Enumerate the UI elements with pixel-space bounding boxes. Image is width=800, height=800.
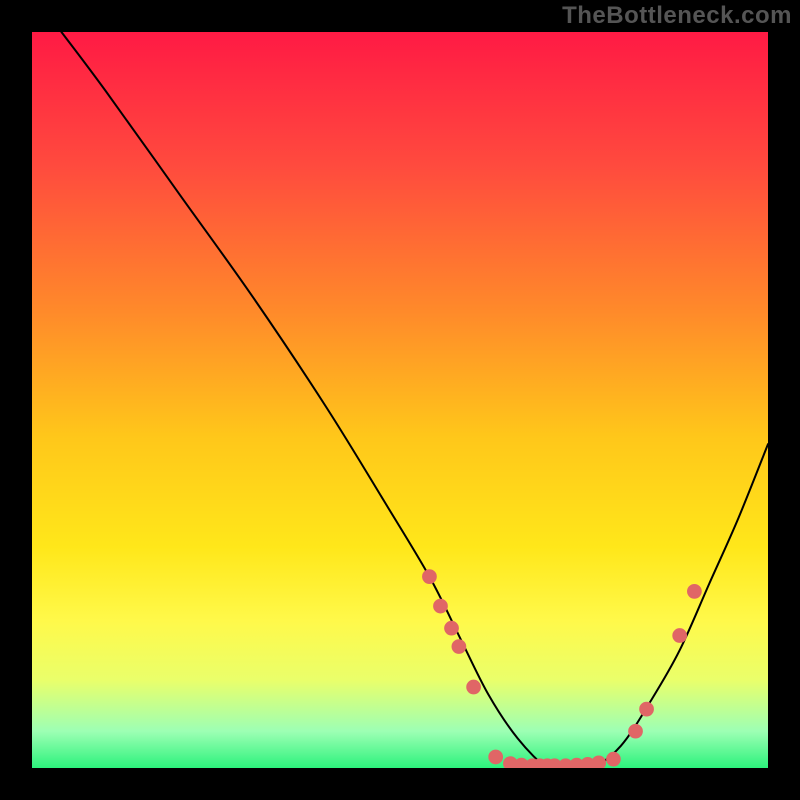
curve-marker [672, 628, 687, 643]
curve-marker [444, 621, 459, 636]
curve-marker [687, 584, 702, 599]
curve-marker [628, 724, 643, 739]
curve-markers [422, 569, 702, 768]
curve-marker [639, 702, 654, 717]
chart-svg [32, 32, 768, 768]
curve-marker [422, 569, 437, 584]
curve-marker [433, 599, 448, 614]
chart-frame: TheBottleneck.com [0, 0, 800, 800]
watermark-text: TheBottleneck.com [562, 2, 792, 30]
curve-marker [591, 755, 606, 768]
curve-marker [606, 752, 621, 767]
bottleneck-curve [61, 32, 768, 768]
curve-marker [452, 639, 467, 654]
curve-marker [466, 680, 481, 695]
curve-marker [488, 750, 503, 765]
